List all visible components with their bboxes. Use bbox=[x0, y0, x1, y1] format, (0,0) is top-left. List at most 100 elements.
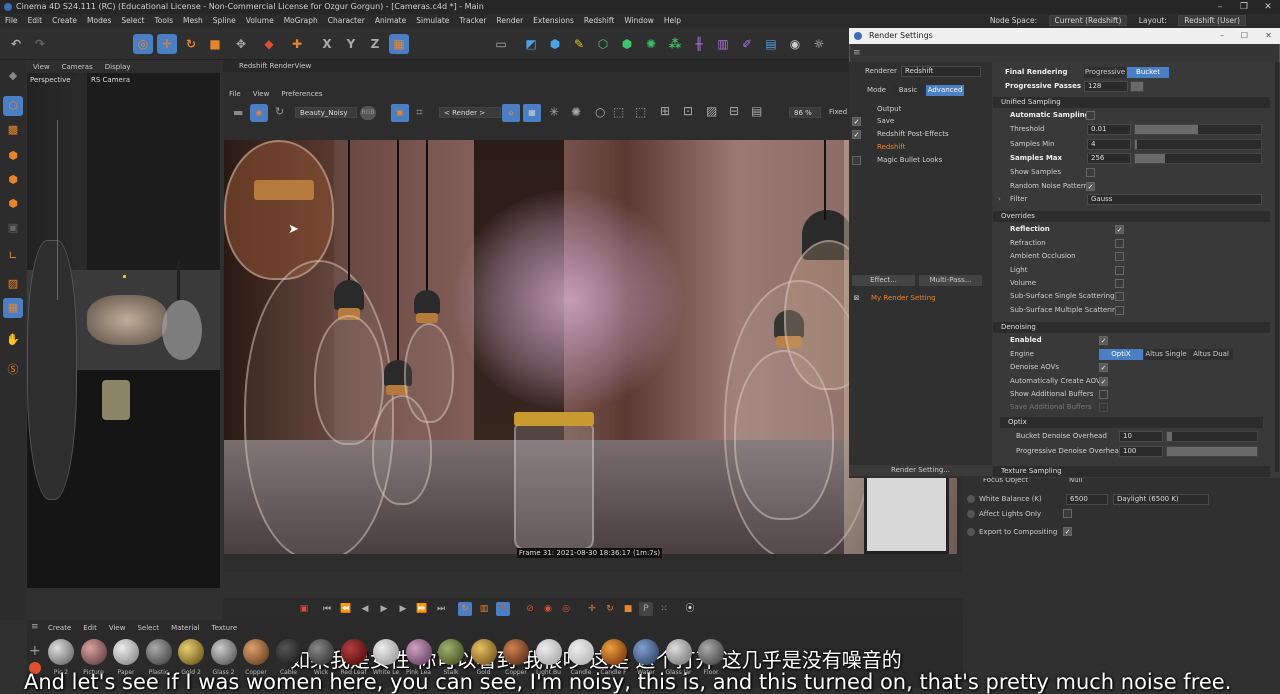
timeline-icon[interactable]: ▥ bbox=[477, 602, 491, 616]
keyframe-dot-icon[interactable] bbox=[967, 510, 975, 518]
material-swatch[interactable] bbox=[340, 639, 367, 665]
denoising-section[interactable]: Denoising bbox=[993, 322, 1270, 333]
camera-icon[interactable]: ◉ bbox=[785, 34, 805, 54]
viewport-menu-display[interactable]: Display bbox=[99, 61, 137, 74]
material-swatch[interactable] bbox=[503, 639, 529, 665]
menu-window[interactable]: Window bbox=[619, 14, 659, 28]
y-axis-icon[interactable]: Y bbox=[341, 34, 361, 54]
redo-icon[interactable]: ↷ bbox=[30, 34, 50, 54]
material-swatch[interactable] bbox=[275, 639, 302, 665]
mode-advanced-button[interactable]: Advanced bbox=[926, 85, 964, 96]
go-to-start-icon[interactable]: ⏮ bbox=[320, 602, 334, 616]
material-swatch[interactable] bbox=[438, 639, 464, 665]
renderview-menu-view[interactable]: View bbox=[247, 88, 276, 100]
play-icon[interactable]: ▶ bbox=[377, 602, 391, 616]
override-sss-single-label[interactable]: Sub-Surface Single Scattering bbox=[1010, 290, 1115, 303]
prev-frame-icon[interactable]: ◀ bbox=[358, 602, 372, 616]
material-swatch[interactable] bbox=[80, 639, 107, 665]
texture-mode-icon[interactable]: ▩ bbox=[3, 120, 23, 140]
tree-redshift[interactable]: Redshift bbox=[877, 141, 905, 154]
next-key-icon[interactable]: ⏩ bbox=[415, 602, 429, 616]
scale-icon[interactable]: ■ bbox=[205, 34, 225, 54]
white-balance-input[interactable]: 6500 bbox=[1066, 494, 1108, 505]
show-samples-checkbox[interactable] bbox=[1086, 168, 1095, 177]
material-menu-material[interactable]: Material bbox=[165, 622, 205, 634]
menu-tracker[interactable]: Tracker bbox=[454, 14, 491, 28]
viewport-menu-cameras[interactable]: Cameras bbox=[56, 61, 99, 74]
post-effects-checkbox[interactable]: ✓ bbox=[852, 130, 861, 139]
engine-altus-single-button[interactable]: Altus Single bbox=[1144, 349, 1188, 360]
override-reflection-checkbox[interactable]: ✓ bbox=[1115, 225, 1124, 234]
override-reflection-label[interactable]: Reflection bbox=[1010, 223, 1050, 236]
override-volume-checkbox[interactable] bbox=[1115, 279, 1124, 288]
focus-icon[interactable]: ✺ bbox=[571, 105, 581, 119]
snapshot-icon[interactable]: ⊡ bbox=[683, 104, 693, 118]
optix-section[interactable]: Optix bbox=[1000, 417, 1263, 428]
denoise-aovs-checkbox[interactable]: ✓ bbox=[1099, 363, 1108, 372]
menu-simulate[interactable]: Simulate bbox=[411, 14, 454, 28]
frame-icon[interactable]: ⬚ bbox=[613, 105, 624, 119]
override-ao-label[interactable]: Ambient Occlusion bbox=[1010, 250, 1076, 263]
menu-tools[interactable]: Tools bbox=[150, 14, 178, 28]
keyframe-dot-icon[interactable] bbox=[967, 495, 975, 503]
record-icon[interactable]: ⊘ bbox=[523, 602, 537, 616]
export-compositing-checkbox[interactable]: ✓ bbox=[1063, 527, 1072, 536]
my-render-setting[interactable]: My Render Setting bbox=[871, 292, 936, 305]
lock-camera-icon[interactable]: ⌂ bbox=[502, 104, 520, 122]
menu-select[interactable]: Select bbox=[116, 14, 149, 28]
workplane-icon[interactable]: ▦ bbox=[3, 298, 23, 318]
rotation-key-icon[interactable]: ↻ bbox=[603, 602, 617, 616]
render-snapshot-icon[interactable]: ▬ bbox=[233, 106, 247, 120]
material-tag-icon[interactable]: ✐ bbox=[737, 34, 757, 54]
render-region-icon[interactable]: ▭ bbox=[491, 34, 511, 54]
add-material-icon[interactable]: + bbox=[29, 643, 41, 659]
material-swatch[interactable] bbox=[48, 639, 74, 665]
material-swatch[interactable] bbox=[243, 639, 269, 665]
save-additional-buffers-checkbox[interactable] bbox=[1099, 403, 1108, 412]
material-swatch[interactable] bbox=[373, 639, 399, 665]
overrides-section[interactable]: Overrides bbox=[993, 211, 1270, 222]
hamburger-icon[interactable]: ≡ bbox=[31, 622, 39, 632]
loop-icon[interactable]: ↻ bbox=[458, 602, 472, 616]
override-sss-multiple-checkbox[interactable] bbox=[1115, 306, 1124, 315]
material-swatch[interactable] bbox=[568, 639, 594, 665]
effect-button[interactable]: Effect... bbox=[852, 275, 915, 286]
menu-file[interactable]: File bbox=[0, 14, 23, 28]
move-icon[interactable]: ✛ bbox=[157, 34, 177, 54]
prev-key-icon[interactable]: ⏪ bbox=[339, 602, 353, 616]
menu-mograph[interactable]: MoGraph bbox=[279, 14, 323, 28]
rs-hamburger-icon[interactable]: ≡ bbox=[853, 48, 861, 58]
bucket-overhead-slider[interactable] bbox=[1166, 431, 1258, 442]
menu-render[interactable]: Render bbox=[491, 14, 528, 28]
menu-character[interactable]: Character bbox=[323, 14, 370, 28]
select-object-icon[interactable]: ◩ bbox=[521, 34, 541, 54]
floor-icon[interactable]: ▤ bbox=[761, 34, 781, 54]
mograph-icon[interactable]: ⁂ bbox=[665, 34, 685, 54]
override-light-checkbox[interactable] bbox=[1115, 266, 1124, 275]
unified-sampling-section[interactable]: Unified Sampling bbox=[993, 97, 1270, 108]
transform-icon[interactable]: ✥ bbox=[231, 34, 251, 54]
rotate-icon[interactable]: ↻ bbox=[181, 34, 201, 54]
material-swatch[interactable] bbox=[145, 639, 172, 665]
node-space-dropdown[interactable]: Current (Redshift) bbox=[1048, 15, 1128, 26]
progressive-overhead-input[interactable]: 100 bbox=[1119, 446, 1163, 457]
random-noise-checkbox[interactable]: ✓ bbox=[1086, 182, 1095, 191]
rs-minimize-button[interactable]: – bbox=[1220, 28, 1224, 44]
subdivision-icon[interactable]: ⬡ bbox=[593, 34, 613, 54]
auto-create-aovs-checkbox[interactable]: ✓ bbox=[1099, 377, 1108, 386]
menu-mesh[interactable]: Mesh bbox=[178, 14, 208, 28]
compare-icon[interactable]: ⊟ bbox=[729, 104, 739, 118]
menu-spline[interactable]: Spline bbox=[208, 14, 241, 28]
scheme-icon[interactable]: ⦿ bbox=[683, 602, 697, 616]
menu-animate[interactable]: Animate bbox=[370, 14, 411, 28]
refresh-icon[interactable]: ↻ bbox=[275, 105, 284, 118]
override-refraction-label[interactable]: Refraction bbox=[1010, 237, 1046, 250]
progressive-overhead-slider[interactable] bbox=[1166, 446, 1258, 457]
material-swatch[interactable] bbox=[600, 639, 627, 665]
mode-basic-button[interactable]: Basic bbox=[893, 85, 923, 96]
material-swatch[interactable] bbox=[210, 639, 237, 665]
edges-mode-icon[interactable]: ⬢ bbox=[3, 170, 23, 190]
axis-mode-icon[interactable]: ∟ bbox=[3, 246, 23, 266]
material-swatch[interactable] bbox=[535, 639, 562, 665]
menu-modes[interactable]: Modes bbox=[82, 14, 116, 28]
